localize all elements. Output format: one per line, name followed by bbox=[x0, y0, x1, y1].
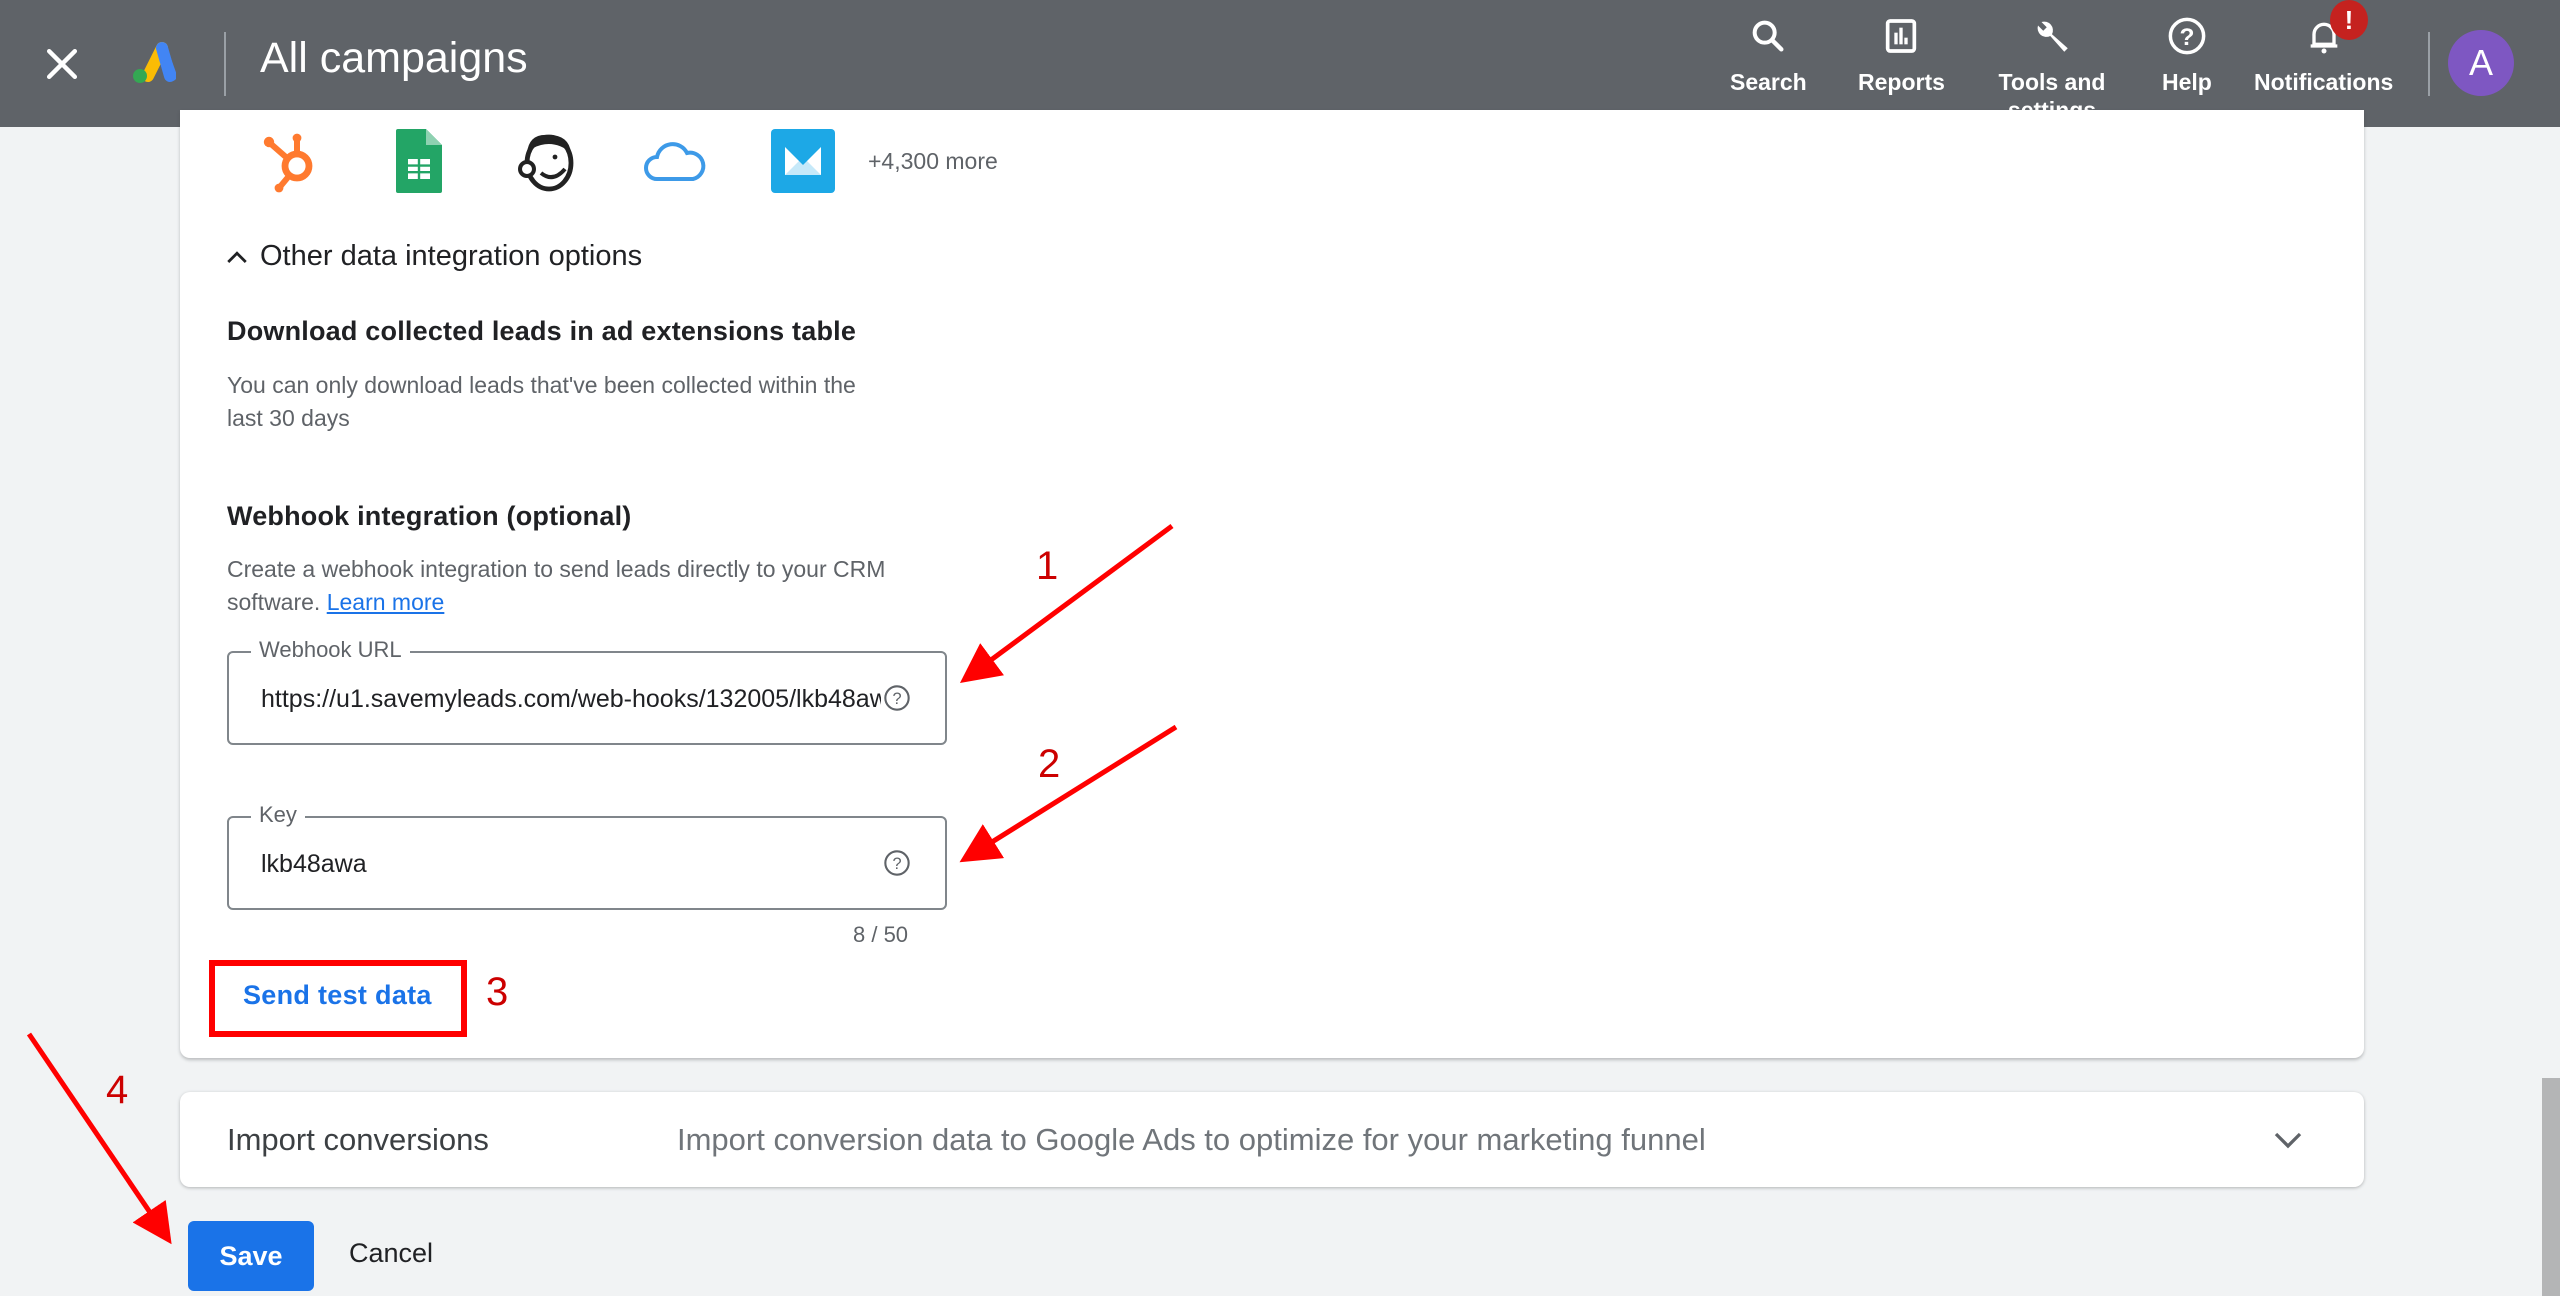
download-leads-heading: Download collected leads in ad extension… bbox=[227, 316, 857, 346]
key-character-counter: 8 / 50 bbox=[853, 922, 909, 947]
svg-text:?: ? bbox=[2179, 24, 2194, 51]
nav-notifications-label: Notifications bbox=[2254, 69, 2394, 95]
svg-text:?: ? bbox=[892, 855, 901, 873]
download-desc-line2: last 30 days bbox=[227, 405, 350, 431]
webhook-description: Create a webhook integration to send lea… bbox=[227, 553, 967, 619]
annotation-number-4: 4 bbox=[106, 1068, 129, 1112]
help-icon[interactable]: ? bbox=[883, 684, 911, 712]
download-desc-line1: You can only download leads that've been… bbox=[227, 372, 856, 398]
annotation-number-2: 2 bbox=[1038, 742, 1061, 786]
page-title: All campaigns bbox=[260, 34, 528, 82]
import-conversions-card[interactable]: Import conversions Import conversion dat… bbox=[180, 1092, 2364, 1187]
webhook-heading: Webhook integration (optional) bbox=[227, 501, 632, 531]
close-button[interactable] bbox=[40, 42, 84, 86]
header-divider bbox=[224, 32, 226, 96]
close-icon bbox=[46, 48, 78, 80]
notification-badge: ! bbox=[2330, 0, 2368, 40]
help-icon: ? bbox=[2163, 12, 2211, 60]
other-data-integration-label: Other data integration options bbox=[260, 240, 643, 272]
save-button[interactable]: Save bbox=[188, 1221, 314, 1291]
svg-text:?: ? bbox=[892, 690, 901, 708]
key-input[interactable] bbox=[261, 842, 881, 886]
top-app-bar: All campaigns Search Reports Tools and s… bbox=[0, 0, 2560, 127]
webhook-url-input[interactable] bbox=[261, 677, 881, 721]
download-leads-description: You can only download leads that've been… bbox=[227, 369, 967, 435]
webhook-desc-line2: software. bbox=[227, 589, 321, 615]
annotation-number-1: 1 bbox=[1036, 544, 1059, 588]
scrollbar-thumb[interactable] bbox=[2542, 1078, 2560, 1296]
integration-apps: +4,300 more bbox=[258, 128, 998, 194]
import-conversions-description: Import conversion data to Google Ads to … bbox=[677, 1122, 1706, 1157]
search-icon bbox=[1744, 12, 1792, 60]
nav-help-label: Help bbox=[2162, 69, 2212, 95]
webhook-url-label: Webhook URL bbox=[251, 637, 410, 663]
key-field[interactable]: Key ? bbox=[227, 802, 947, 910]
annotation-number-3: 3 bbox=[486, 970, 509, 1014]
learn-more-link[interactable]: Learn more bbox=[327, 589, 445, 615]
nav-tools-settings[interactable]: Tools and settings bbox=[1992, 12, 2112, 124]
wrench-icon bbox=[2028, 12, 2076, 60]
nav-reports-label: Reports bbox=[1858, 69, 1945, 95]
nav-notifications[interactable]: Notifications bbox=[2254, 12, 2393, 96]
key-label: Key bbox=[251, 802, 305, 828]
cancel-button[interactable]: Cancel bbox=[349, 1238, 433, 1269]
annotation-arrow-4 bbox=[26, 1032, 172, 1245]
google-ads-logo[interactable] bbox=[128, 40, 177, 86]
chevron-up-icon bbox=[227, 250, 247, 263]
nav-help[interactable]: ? Help bbox=[2162, 12, 2212, 96]
other-data-integration-toggle[interactable]: Other data integration options bbox=[222, 240, 642, 273]
annotation-highlight-box bbox=[209, 960, 467, 1037]
cloud-icon[interactable] bbox=[642, 128, 708, 194]
nav-search[interactable]: Search bbox=[1730, 12, 1807, 96]
google-sheets-icon[interactable] bbox=[386, 128, 452, 194]
import-conversions-title: Import conversions bbox=[227, 1122, 489, 1157]
header-divider-right bbox=[2428, 32, 2430, 96]
reports-icon bbox=[1877, 12, 1925, 60]
nav-search-label: Search bbox=[1730, 69, 1807, 95]
mailchimp-icon[interactable] bbox=[514, 128, 580, 194]
help-icon[interactable]: ? bbox=[883, 849, 911, 877]
more-integrations-text[interactable]: +4,300 more bbox=[868, 148, 998, 175]
hubspot-icon[interactable] bbox=[258, 128, 324, 194]
email-app-icon[interactable] bbox=[770, 128, 836, 194]
webhook-url-field[interactable]: Webhook URL ? bbox=[227, 637, 947, 745]
chevron-down-icon[interactable] bbox=[2270, 1122, 2306, 1158]
avatar[interactable]: A bbox=[2448, 30, 2514, 96]
nav-reports[interactable]: Reports bbox=[1858, 12, 1945, 96]
webhook-desc-line1: Create a webhook integration to send lea… bbox=[227, 556, 886, 582]
